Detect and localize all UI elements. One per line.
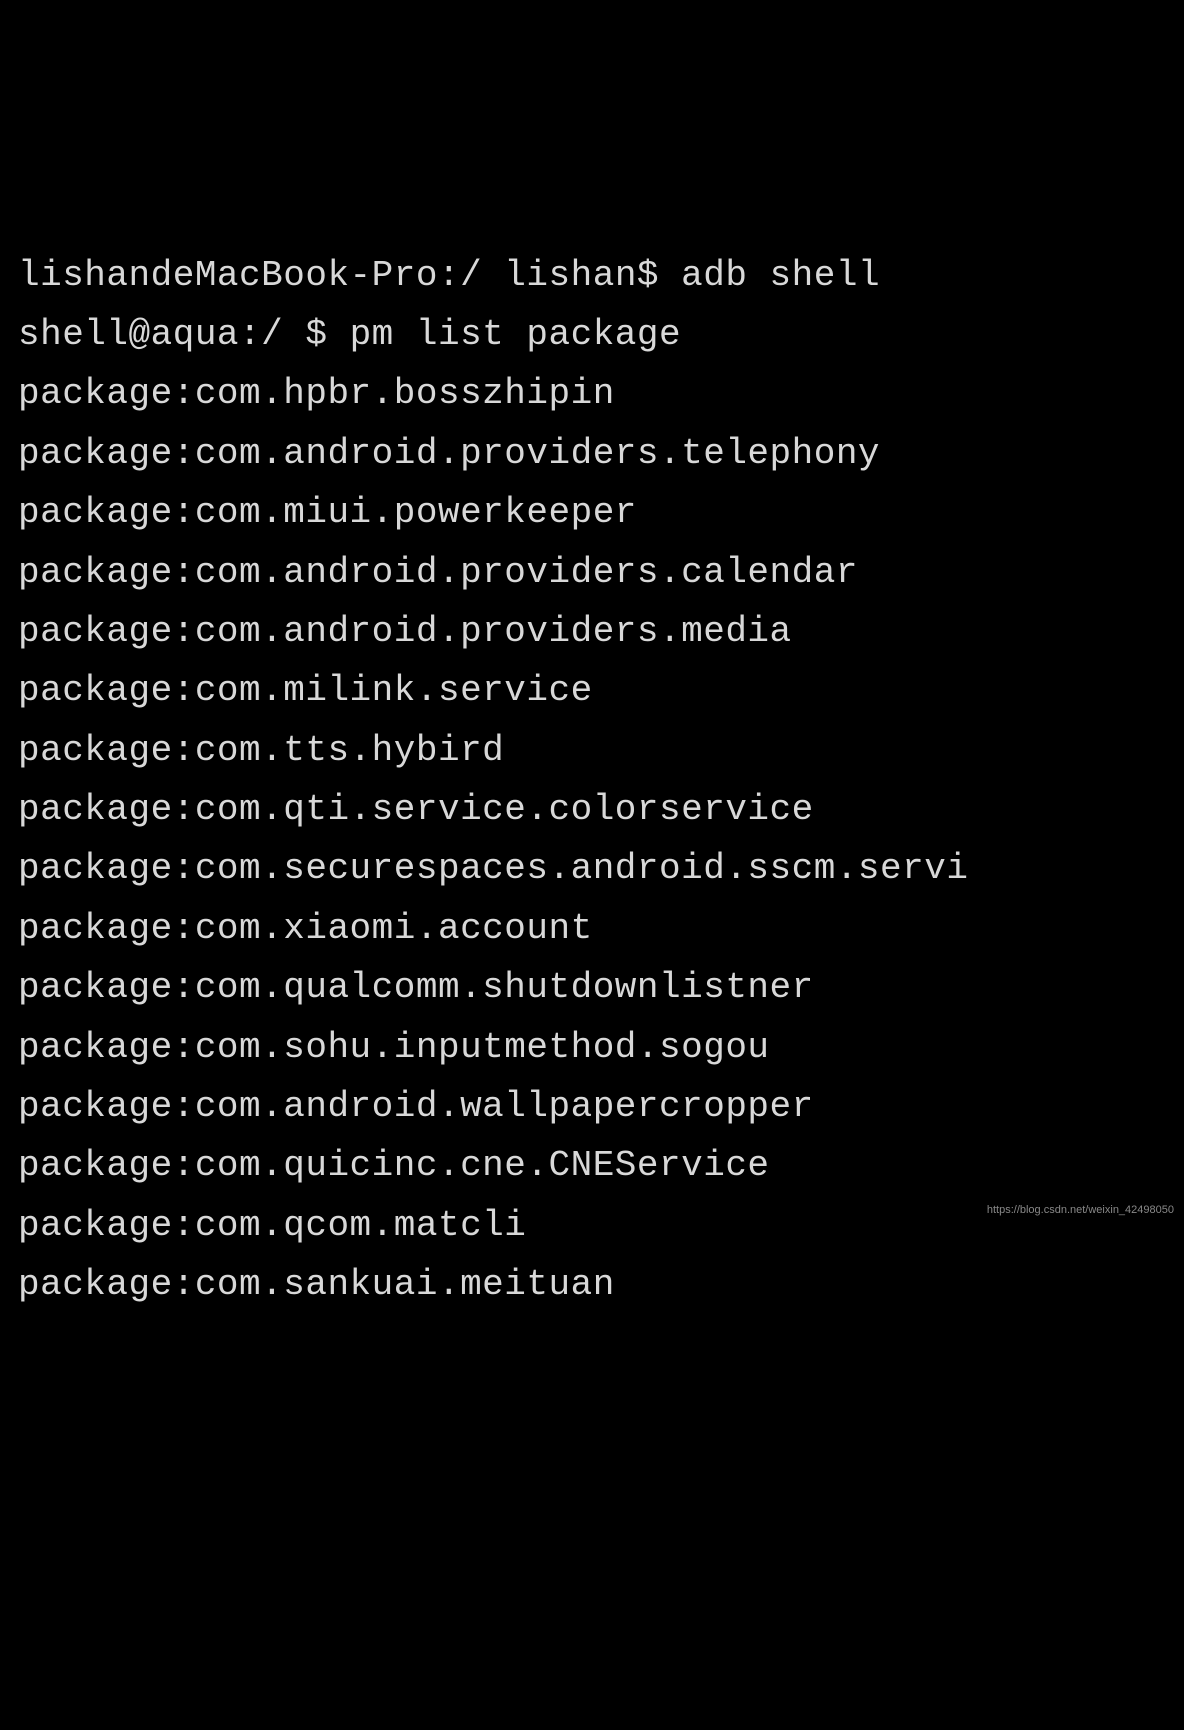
command-1: adb shell [681,255,880,296]
package-line: package:com.hpbr.bosszhipin [18,373,615,414]
watermark-text: https://blog.csdn.net/weixin_42498050 [987,1201,1174,1219]
prompt-line-1: lishandeMacBook-Pro:/ lishan$ adb shell [18,255,880,296]
package-line: package:com.android.providers.telephony [18,433,880,474]
shell-prompt: shell@aqua:/ $ [18,314,327,355]
command-2: pm list package [350,314,682,355]
package-line: package:com.sankuai.meituan [18,1264,615,1305]
prompt-user: lishan$ [504,255,659,296]
package-line: package:com.xiaomi.account [18,908,593,949]
package-line: package:com.miui.powerkeeper [18,492,637,533]
package-line: package:com.android.providers.media [18,611,792,652]
package-line: package:com.sohu.inputmethod.sogou [18,1027,770,1068]
package-line: package:com.qualcomm.shutdownlistner [18,967,814,1008]
package-line: package:com.android.providers.calendar [18,552,858,593]
prompt-host: lishandeMacBook-Pro:/ [18,255,482,296]
package-line: package:com.tts.hybird [18,730,504,771]
package-line: package:com.securespaces.android.sscm.se… [18,848,968,889]
package-line: package:com.qti.service.colorservice [18,789,814,830]
prompt-line-2: shell@aqua:/ $ pm list package [18,314,681,355]
package-line: package:com.qcom.matcli [18,1205,526,1246]
package-line: package:com.quicinc.cne.CNEService [18,1145,770,1186]
package-line: package:com.milink.service [18,670,593,711]
terminal-output[interactable]: lishandeMacBook-Pro:/ lishan$ adb shell … [18,246,1166,1315]
package-line: package:com.android.wallpapercropper [18,1086,814,1127]
